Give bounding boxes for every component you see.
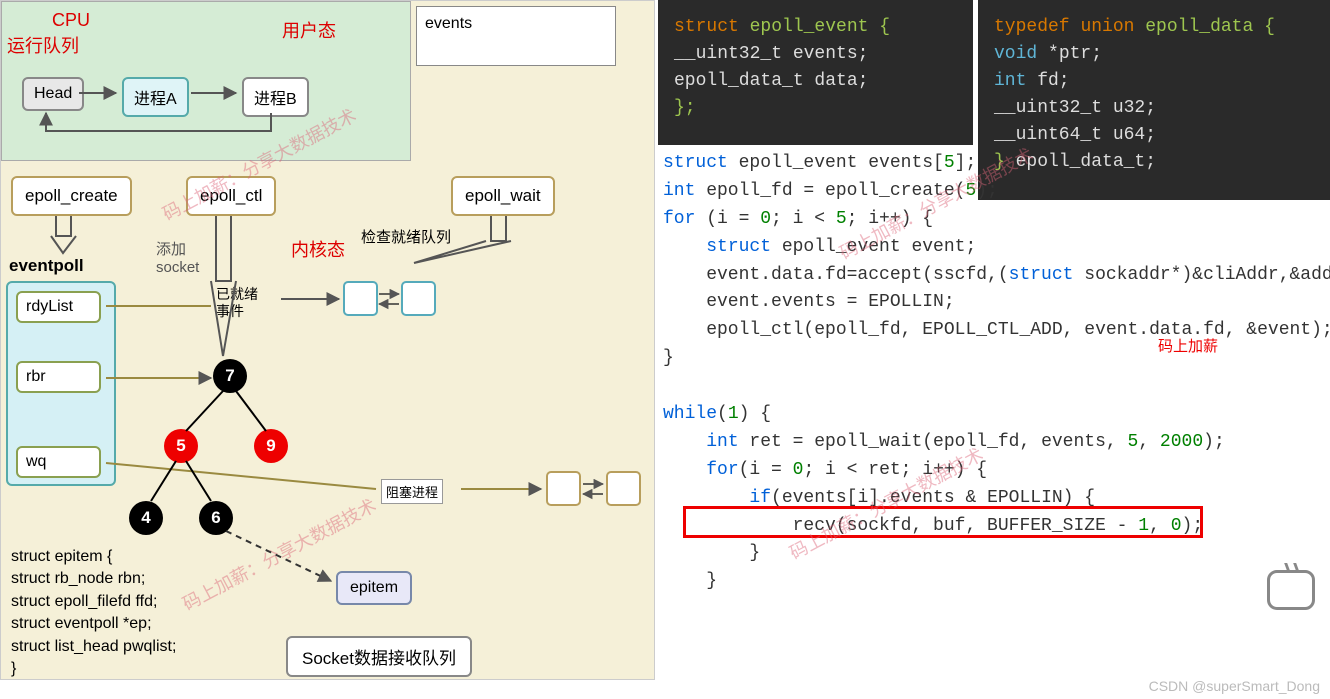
rbr-field: rbr [16, 361, 101, 393]
epoll-ctl-box: epoll_ctl [186, 176, 276, 216]
events-box: events [416, 6, 616, 66]
socket-recv-queue: Socket数据接收队列 [286, 636, 472, 677]
rbtree-node-4: 4 [129, 501, 163, 535]
rbtree-node-5: 5 [164, 429, 198, 463]
check-ready-label: 检查就绪队列 [361, 226, 451, 247]
rbtree-node-6: 6 [199, 501, 233, 535]
eventpoll-label: eventpoll [9, 256, 84, 276]
rbtree-node-9: 9 [254, 429, 288, 463]
tv-icon[interactable] [1267, 570, 1315, 610]
rdylist-field: rdyList [16, 291, 101, 323]
highlight-epoll-wait [683, 506, 1203, 538]
wait-queue-node-1 [546, 471, 581, 506]
epitem-box: epitem [336, 571, 412, 605]
ready-queue-node-2 [401, 281, 436, 316]
cpu-queue-label: 运行队列 [7, 32, 79, 58]
epoll-create-box: epoll_create [11, 176, 132, 216]
ready-event-label: 已就绪事件 [216, 286, 258, 320]
wq-field: wq [16, 446, 101, 478]
cpu-label: CPU [52, 10, 90, 31]
head-node: Head [22, 77, 84, 111]
process-a: 进程A [122, 77, 189, 117]
red-annotation: 码上加薪 [1158, 335, 1218, 356]
user-state-label: 用户态 [282, 17, 336, 43]
process-b: 进程B [242, 77, 309, 117]
wait-queue-node-2 [606, 471, 641, 506]
rbtree-node-7: 7 [213, 359, 247, 393]
struct-epitem-code: struct epitem { struct rb_node rbn; stru… [11, 546, 176, 680]
epoll-wait-box: epoll_wait [451, 176, 555, 216]
block-process-label: 阻塞进程 [381, 479, 443, 504]
ready-queue-node-1 [343, 281, 378, 316]
struct-epoll-event: struct epoll_event { __uint32_t events; … [658, 0, 973, 145]
kernel-state-label: 内核态 [291, 236, 345, 262]
code-panel: struct epoll_event { __uint32_t events; … [658, 0, 1330, 680]
user-space-area: CPU 运行队列 用户态 Head 进程A 进程B [1, 1, 411, 161]
diagram-panel: CPU 运行队列 用户态 Head 进程A 进程B events epoll_c… [0, 0, 655, 680]
csdn-attribution: CSDN @superSmart_Dong [1149, 678, 1320, 694]
add-socket-label: 添加socket [156, 241, 199, 277]
